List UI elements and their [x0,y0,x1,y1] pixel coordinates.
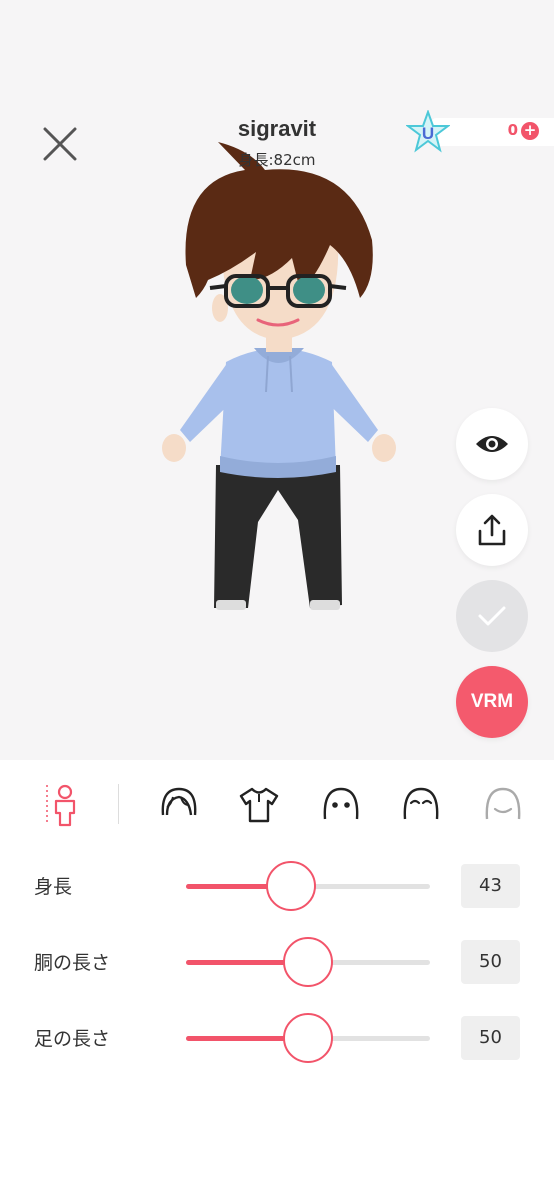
tab-eyes[interactable] [316,780,366,830]
category-tab-bar [0,770,554,840]
face-mouth-icon [485,787,521,820]
slider-label: 胴の長さ [34,952,111,974]
height-slider-track[interactable] [186,861,430,911]
slider-row-height: 身長 43 [0,856,554,916]
slider-label: 足の長さ [34,1028,111,1050]
tab-hair[interactable] [154,780,204,830]
torso-length-slider-track[interactable] [186,937,430,987]
coin-count: 0 [507,121,518,139]
slider-value[interactable]: 43 [461,864,520,908]
slider-thumb[interactable] [283,1013,333,1063]
add-coins-button[interactable]: + [521,122,539,140]
slider-row-torso-length: 胴の長さ 50 [0,932,554,992]
eye-icon [476,436,508,452]
slider-thumb[interactable] [265,861,316,911]
slider-row-leg-length: 足の長さ 50 [0,1008,554,1068]
face-eyes-icon [323,787,359,820]
share-upload-icon [478,514,506,546]
slider-thumb[interactable] [283,937,333,987]
hair-icon [161,787,197,816]
tab-clothing[interactable] [234,780,284,830]
share-button[interactable] [456,494,528,566]
avatar-character[interactable] [150,130,410,620]
tab-body-shape[interactable] [36,780,86,830]
tab-brows[interactable] [396,780,446,830]
preview-button[interactable] [456,408,528,480]
u-star-coin-icon: U [406,110,450,153]
clothing-icon [239,787,279,823]
vrm-export-button[interactable]: VRM [456,666,528,738]
avatar-stage[interactable]: sigravit 身長:82cm U 0 + VRM [0,0,554,760]
tab-mouth[interactable] [478,780,528,830]
slider-value[interactable]: 50 [461,1016,520,1060]
slider-value[interactable]: 50 [461,940,520,984]
leg-length-slider-track[interactable] [186,1013,430,1063]
svg-text:U: U [422,124,434,143]
confirm-button[interactable] [456,580,528,652]
body-shape-icon [46,784,76,827]
slider-label: 身長 [34,876,73,898]
avatar-height-label: 身長:82cm [238,151,316,169]
checkmark-icon [478,606,506,626]
tab-divider [118,784,119,824]
face-brows-icon [403,787,439,820]
